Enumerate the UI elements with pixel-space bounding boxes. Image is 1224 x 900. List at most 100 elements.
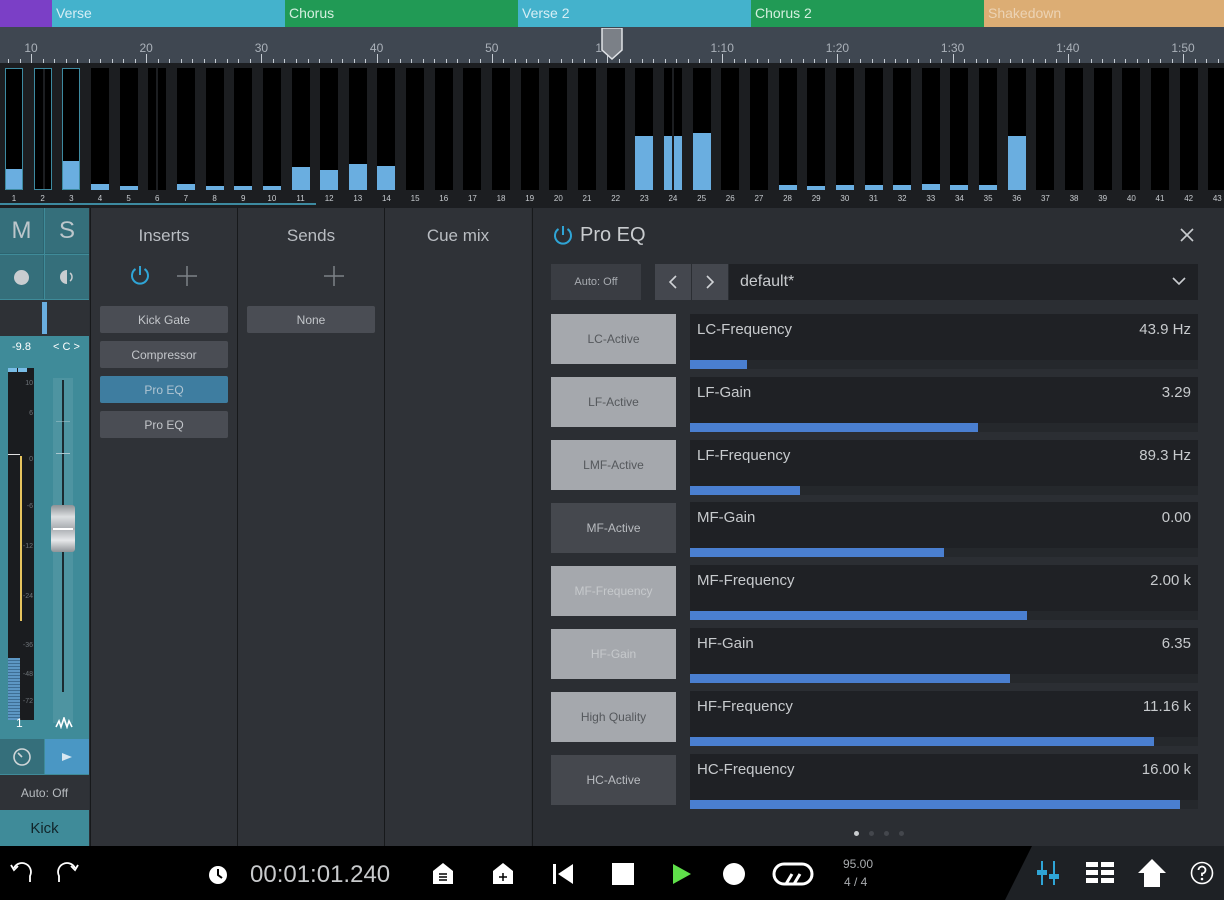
eq-power-icon[interactable] bbox=[552, 224, 574, 246]
channel-meter[interactable] bbox=[234, 68, 253, 190]
channel-meter[interactable] bbox=[1179, 68, 1198, 190]
channel-meter[interactable] bbox=[148, 68, 167, 190]
channel-name[interactable]: Kick bbox=[0, 811, 89, 846]
channel-meter[interactable] bbox=[406, 68, 425, 190]
record-icon[interactable] bbox=[723, 863, 745, 885]
add-marker-icon[interactable] bbox=[491, 862, 515, 886]
waveform-icon[interactable] bbox=[55, 717, 73, 729]
arrange-view-icon[interactable] bbox=[1086, 861, 1114, 885]
eq-parameter-slider[interactable]: LF-Frequency 89.3 Hz bbox=[690, 440, 1198, 495]
pan-readout[interactable]: < C > bbox=[53, 341, 80, 353]
channel-meter[interactable] bbox=[778, 68, 797, 190]
eq-toggle-button[interactable]: High Quality bbox=[551, 692, 676, 742]
play-input-button[interactable] bbox=[45, 739, 89, 774]
channel-meter[interactable] bbox=[377, 68, 396, 190]
page-dot[interactable] bbox=[883, 831, 889, 836]
eq-parameter-slider[interactable]: LC-Frequency 43.9 Hz bbox=[690, 314, 1198, 369]
arranger-section[interactable]: Shakedown bbox=[984, 0, 1224, 27]
rewind-to-start-icon[interactable] bbox=[551, 863, 575, 885]
add-insert-icon[interactable] bbox=[176, 265, 198, 287]
power-icon[interactable] bbox=[129, 264, 151, 286]
playhead[interactable] bbox=[601, 28, 623, 60]
page-dot[interactable] bbox=[868, 831, 874, 836]
page-indicator[interactable] bbox=[533, 823, 1224, 836]
mixer-view-icon[interactable] bbox=[1035, 860, 1061, 886]
channel-meter[interactable] bbox=[1093, 68, 1112, 190]
eq-slider-track[interactable] bbox=[690, 800, 1198, 809]
eq-slider-track[interactable] bbox=[690, 611, 1198, 620]
meter-scrollbar[interactable] bbox=[0, 203, 316, 205]
channel-meter[interactable] bbox=[721, 68, 740, 190]
channel-meter[interactable] bbox=[1007, 68, 1026, 190]
insert-slot[interactable]: Compressor bbox=[100, 341, 228, 368]
eq-toggle-button[interactable]: HC-Active bbox=[551, 755, 676, 805]
channel-meter[interactable] bbox=[520, 68, 539, 190]
play-icon[interactable] bbox=[672, 863, 692, 885]
arranger-section[interactable]: Verse 2 bbox=[518, 0, 751, 27]
eq-toggle-button[interactable]: LMF-Active bbox=[551, 440, 676, 490]
eq-slider-track[interactable] bbox=[690, 360, 1198, 369]
channel-meter[interactable] bbox=[635, 68, 654, 190]
page-dot[interactable] bbox=[898, 831, 904, 836]
channel-meter[interactable] bbox=[950, 68, 969, 190]
close-icon[interactable] bbox=[1180, 228, 1194, 242]
channel-meter[interactable] bbox=[320, 68, 339, 190]
channel-meter[interactable] bbox=[119, 68, 138, 190]
undo-icon[interactable] bbox=[10, 862, 34, 884]
pan-slider[interactable] bbox=[0, 300, 89, 336]
channel-meter[interactable] bbox=[807, 68, 826, 190]
redo-icon[interactable] bbox=[55, 862, 79, 884]
channel-meter[interactable] bbox=[262, 68, 281, 190]
monitor-button[interactable] bbox=[45, 255, 89, 299]
arranger-section[interactable]: Chorus 2 bbox=[751, 0, 984, 27]
eq-toggle-button[interactable]: MF-Frequency bbox=[551, 566, 676, 616]
channel-meter[interactable] bbox=[1151, 68, 1169, 190]
eq-slider-track[interactable] bbox=[690, 423, 1198, 432]
eq-toggle-button[interactable]: LC-Active bbox=[551, 314, 676, 364]
help-icon[interactable] bbox=[1190, 861, 1214, 885]
timer-button[interactable] bbox=[0, 739, 44, 774]
channel-meter[interactable] bbox=[549, 68, 568, 190]
time-signature-display[interactable]: 4 / 4 bbox=[844, 875, 867, 889]
preset-prev-button[interactable] bbox=[655, 264, 691, 300]
channel-meter[interactable] bbox=[291, 68, 310, 190]
eq-parameter-slider[interactable]: HF-Frequency 11.16 k bbox=[690, 691, 1198, 746]
eq-toggle-button[interactable]: MF-Active bbox=[551, 503, 676, 553]
channel-meter[interactable] bbox=[492, 68, 511, 190]
clock-icon[interactable] bbox=[208, 865, 228, 885]
eq-slider-track[interactable] bbox=[690, 674, 1198, 683]
channel-meter[interactable] bbox=[348, 68, 367, 190]
preset-next-button[interactable] bbox=[692, 264, 728, 300]
channel-meter[interactable] bbox=[749, 68, 768, 190]
eq-parameter-slider[interactable]: HC-Frequency 16.00 k bbox=[690, 754, 1198, 809]
eq-slider-track[interactable] bbox=[690, 486, 1198, 495]
loop-icon[interactable] bbox=[772, 862, 814, 886]
eq-parameter-slider[interactable]: MF-Gain 0.00 bbox=[690, 502, 1198, 557]
eq-parameter-slider[interactable]: MF-Frequency 2.00 k bbox=[690, 565, 1198, 620]
marker-list-icon[interactable] bbox=[431, 862, 455, 886]
channel-meter[interactable] bbox=[1036, 68, 1055, 190]
tempo-display[interactable]: 95.00 bbox=[843, 857, 873, 871]
insert-slot[interactable]: Pro EQ bbox=[100, 376, 228, 403]
channel-meter[interactable] bbox=[1122, 68, 1141, 190]
strip-automation-button[interactable]: Auto: Off bbox=[0, 775, 89, 810]
arranger-section[interactable] bbox=[0, 0, 52, 27]
eq-slider-track[interactable] bbox=[690, 548, 1198, 557]
channel-meter[interactable] bbox=[434, 68, 453, 190]
page-dot[interactable] bbox=[853, 831, 859, 836]
eq-toggle-button[interactable]: LF-Active bbox=[551, 377, 676, 427]
channel-meter[interactable] bbox=[1208, 68, 1224, 190]
channel-meter[interactable] bbox=[921, 68, 940, 190]
channel-meter[interactable] bbox=[835, 68, 854, 190]
insert-slot[interactable]: Kick Gate bbox=[100, 306, 228, 333]
add-send-icon[interactable] bbox=[323, 265, 345, 287]
eq-toggle-button[interactable]: HF-Gain bbox=[551, 629, 676, 679]
arranger-section[interactable]: Chorus bbox=[285, 0, 518, 27]
eq-automation-button[interactable]: Auto: Off bbox=[551, 264, 641, 300]
channel-meter[interactable] bbox=[606, 68, 625, 190]
mute-button[interactable]: M bbox=[0, 208, 44, 254]
channel-meter[interactable] bbox=[62, 68, 81, 190]
channel-meter[interactable] bbox=[1065, 68, 1084, 190]
channel-meter[interactable] bbox=[663, 68, 682, 190]
channel-meter[interactable] bbox=[33, 68, 52, 190]
